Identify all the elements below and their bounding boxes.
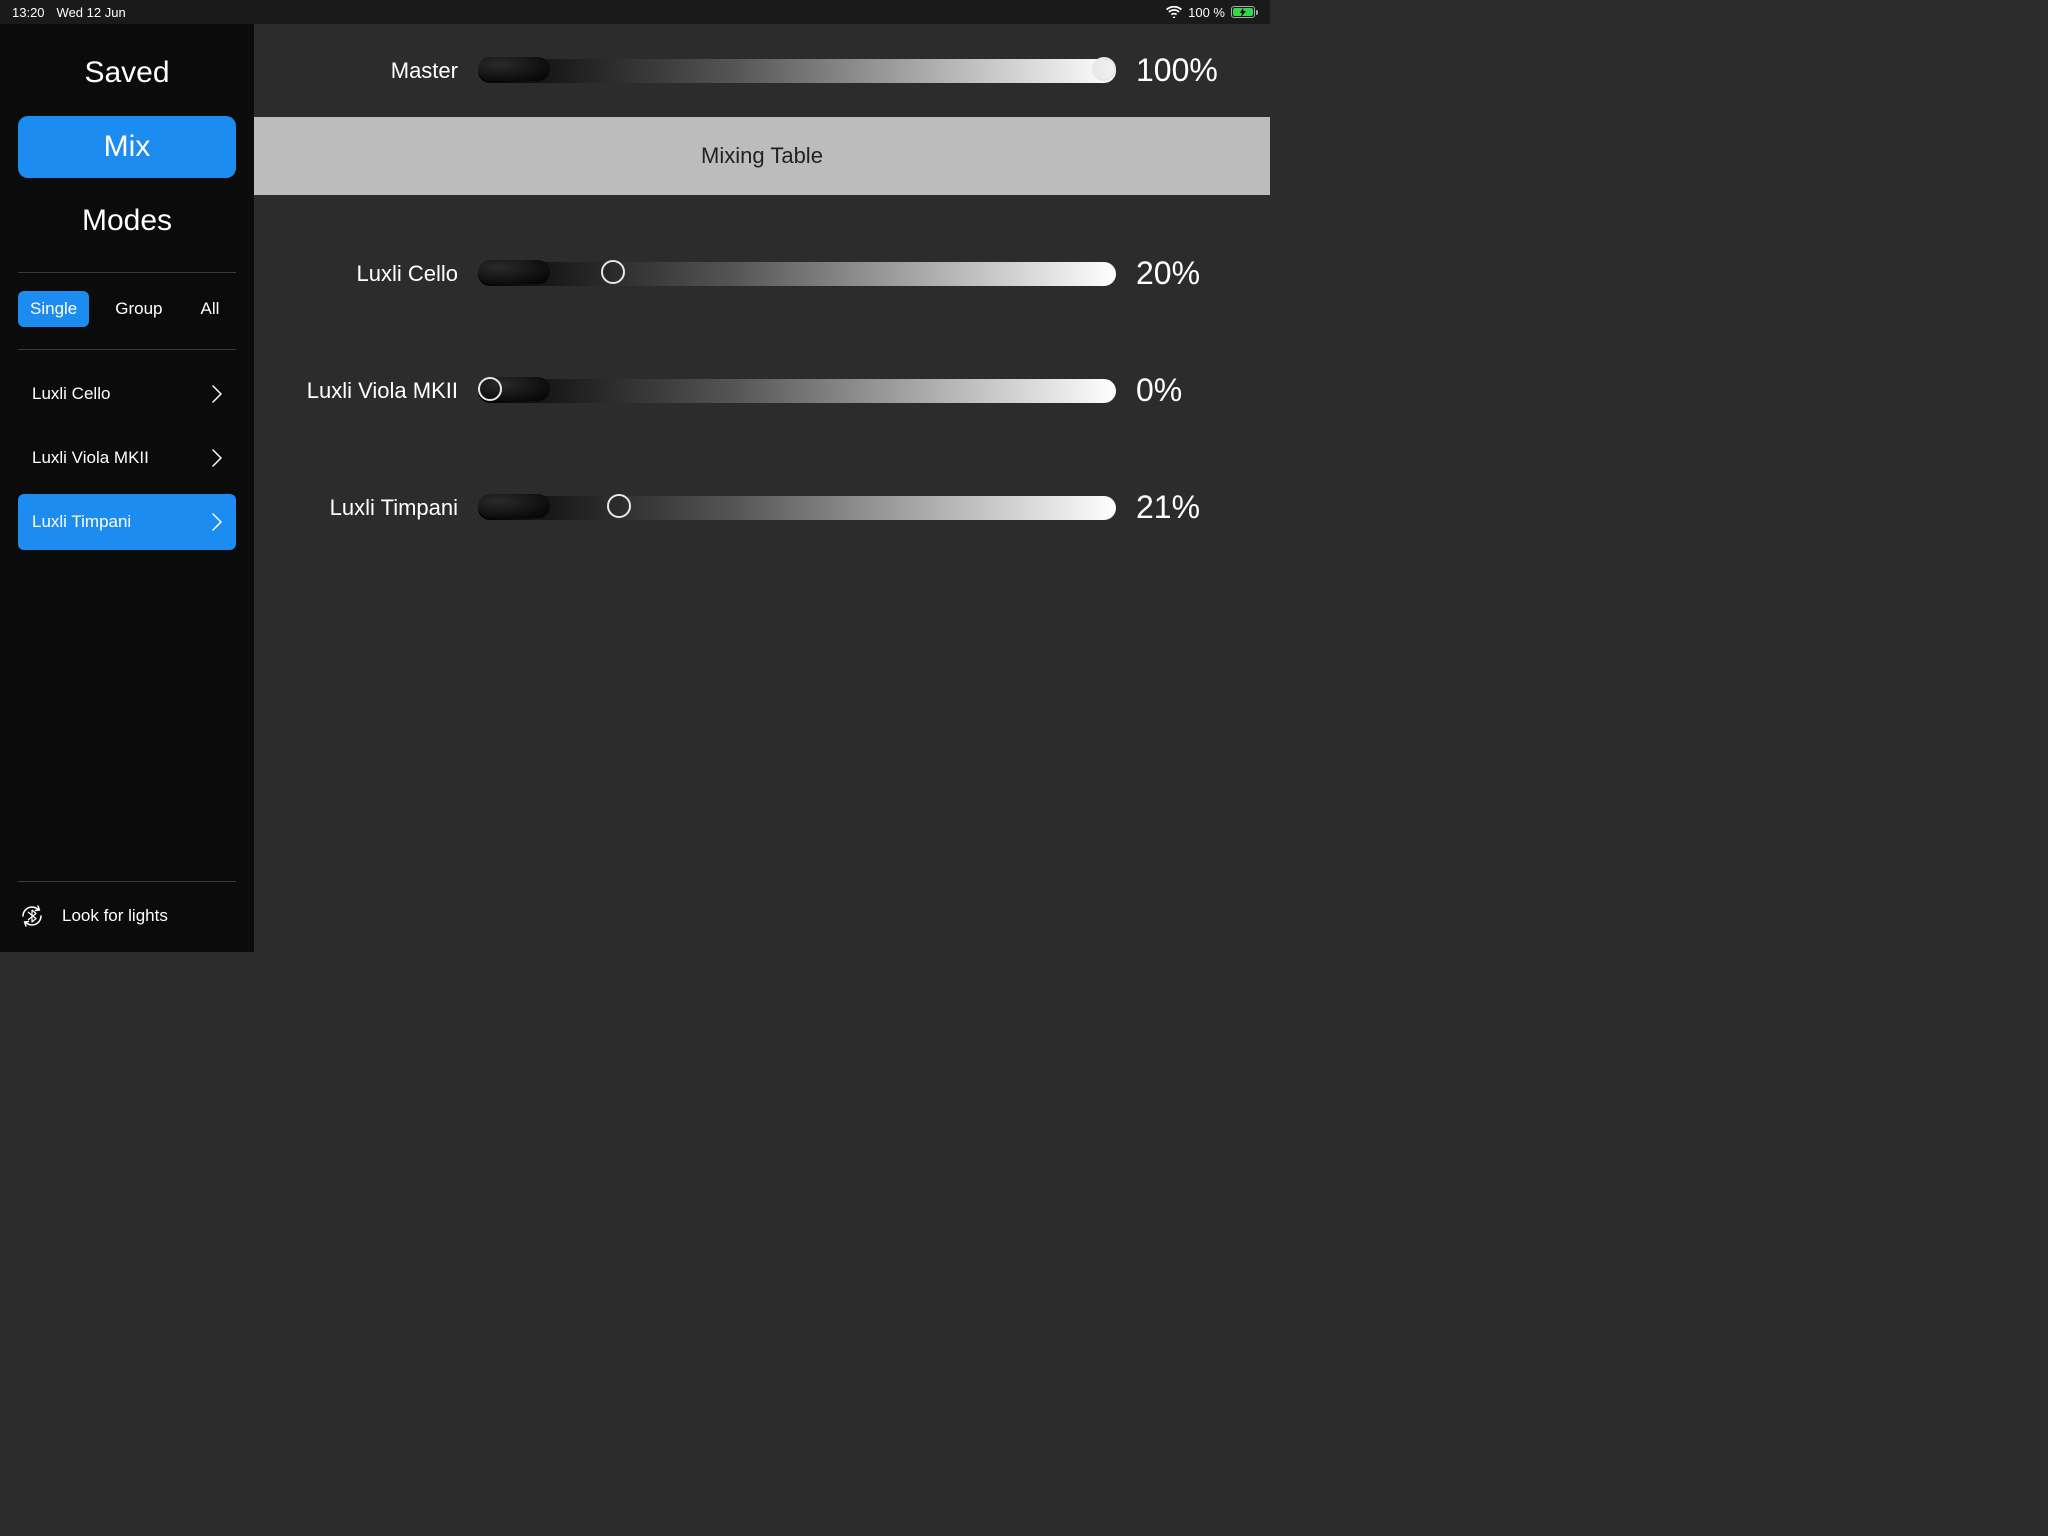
channel-label: Luxli Cello — [278, 261, 458, 287]
channel-label: Luxli Timpani — [278, 495, 458, 521]
channel-label: Luxli Viola MKII — [278, 378, 458, 404]
nav-modes[interactable]: Modes — [18, 190, 236, 252]
sidebar-device-timpani[interactable]: Luxli Timpani — [18, 494, 236, 550]
channel-value: 0% — [1136, 372, 1246, 409]
look-for-lights[interactable]: Look for lights — [18, 881, 236, 952]
status-bar: 13:20 Wed 12 Jun 100 % — [0, 0, 1270, 24]
chevron-right-icon — [212, 449, 222, 467]
master-slider[interactable] — [478, 57, 1116, 85]
slider-thumb-icon[interactable] — [478, 377, 502, 401]
status-time: 13:20 — [12, 5, 45, 20]
divider — [18, 272, 236, 273]
device-label: Luxli Viola MKII — [32, 448, 149, 468]
device-list: Luxli Cello Luxli Viola MKII Luxli Timpa… — [0, 358, 254, 558]
channel-slider-viola[interactable] — [478, 377, 1116, 405]
filter-row: Single Group All — [0, 281, 254, 341]
nav-mix[interactable]: Mix — [18, 116, 236, 178]
sidebar: Saved Mix Modes Single Group All Luxli C… — [0, 24, 254, 952]
slider-thumb-icon[interactable] — [607, 494, 631, 518]
sidebar-device-viola[interactable]: Luxli Viola MKII — [18, 430, 236, 486]
status-date: Wed 12 Jun — [57, 5, 126, 20]
device-label: Luxli Timpani — [32, 512, 131, 532]
battery-icon — [1231, 6, 1258, 18]
filter-all[interactable]: All — [189, 291, 232, 327]
main: Master 100% Mixing Table Luxli Cello 20% — [254, 24, 1270, 952]
master-label: Master — [278, 58, 458, 84]
master-row: Master 100% — [254, 24, 1270, 117]
channel-row: Luxli Cello 20% — [278, 215, 1246, 332]
channel-value: 20% — [1136, 255, 1246, 292]
divider — [18, 349, 236, 350]
filter-single[interactable]: Single — [18, 291, 89, 327]
slider-thumb-icon[interactable] — [601, 260, 625, 284]
look-for-lights-label: Look for lights — [62, 906, 168, 926]
channel-row: Luxli Timpani 21% — [278, 449, 1246, 566]
chevron-right-icon — [212, 513, 222, 531]
channel-slider-timpani[interactable] — [478, 494, 1116, 522]
status-battery-pct: 100 % — [1188, 5, 1225, 20]
channel-value: 21% — [1136, 489, 1246, 526]
sidebar-device-cello[interactable]: Luxli Cello — [18, 366, 236, 422]
channel-slider-cello[interactable] — [478, 260, 1116, 288]
slider-thumb-icon[interactable] — [1092, 57, 1116, 81]
device-label: Luxli Cello — [32, 384, 110, 404]
wifi-icon — [1166, 6, 1182, 18]
chevron-right-icon — [212, 385, 222, 403]
channel-row: Luxli Viola MKII 0% — [278, 332, 1246, 449]
filter-group[interactable]: Group — [103, 291, 174, 327]
mixing-table-header: Mixing Table — [254, 117, 1270, 195]
bluetooth-refresh-icon — [18, 902, 46, 930]
nav-saved[interactable]: Saved — [18, 42, 236, 104]
master-value: 100% — [1136, 52, 1246, 89]
